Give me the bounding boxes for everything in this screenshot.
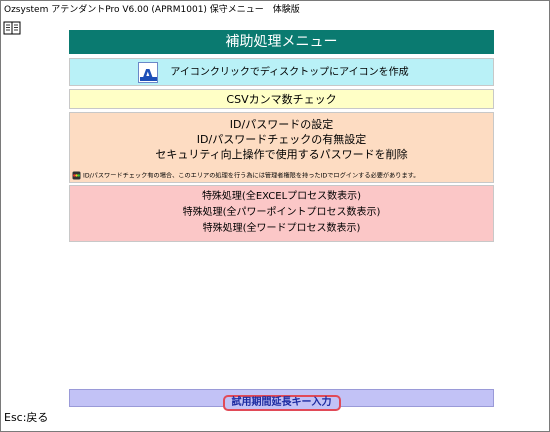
window-title: Ozsystem アテンダントPro V6.00 (APRM1001) 保守メニ… [1,1,549,19]
id-password-setting-button[interactable]: ID/パスワードの設定 [70,117,493,132]
esc-back-hint[interactable]: Esc:戻る [4,411,48,425]
app-window: Ozsystem アテンダントPro V6.00 (APRM1001) 保守メニ… [0,0,550,432]
word-process-count-button[interactable]: 特殊処理(全ワードプロセス数表示) [70,221,493,237]
admin-notice: ID/パスワードチェック有の場合、このエリアの処理を行う為には管理者権限を持った… [72,171,493,181]
app-icon[interactable]: A [138,62,158,84]
excel-process-count-button[interactable]: 特殊処理(全EXCELプロセス数表示) [70,189,493,205]
csv-comma-check-button[interactable]: CSVカンマ数チェック [69,89,494,109]
create-desktop-shortcut-button[interactable]: A アイコンクリックでディスクトップにアイコンを作成 [69,58,494,86]
special-process-section: 特殊処理(全EXCELプロセス数表示) 特殊処理(全パワーポイントプロセス数表示… [69,185,494,242]
admin-notice-text: ID/パスワードチェック有の場合、このエリアの処理を行う為には管理者権限を持った… [83,172,420,179]
password-check-toggle-button[interactable]: ID/パスワードチェックの有無設定 [70,132,493,147]
shortcut-label: アイコンクリックでディスクトップにアイコンを作成 [170,67,409,78]
password-section: ID/パスワードの設定 ID/パスワードチェックの有無設定 セキュリティ向上操作… [69,112,494,183]
book-icon[interactable] [3,21,21,35]
trial-extension-key-button[interactable]: 試用期間延長キー入力 [222,395,341,411]
traffic-light-icon [72,171,81,179]
trial-bar: 試用期間延長キー入力 [69,389,494,411]
menu-header: 補助処理メニュー [69,30,494,54]
powerpoint-process-count-button[interactable]: 特殊処理(全パワーポイントプロセス数表示) [70,205,493,221]
delete-security-password-button[interactable]: セキュリティ向上操作で使用するパスワードを削除 [70,147,493,162]
